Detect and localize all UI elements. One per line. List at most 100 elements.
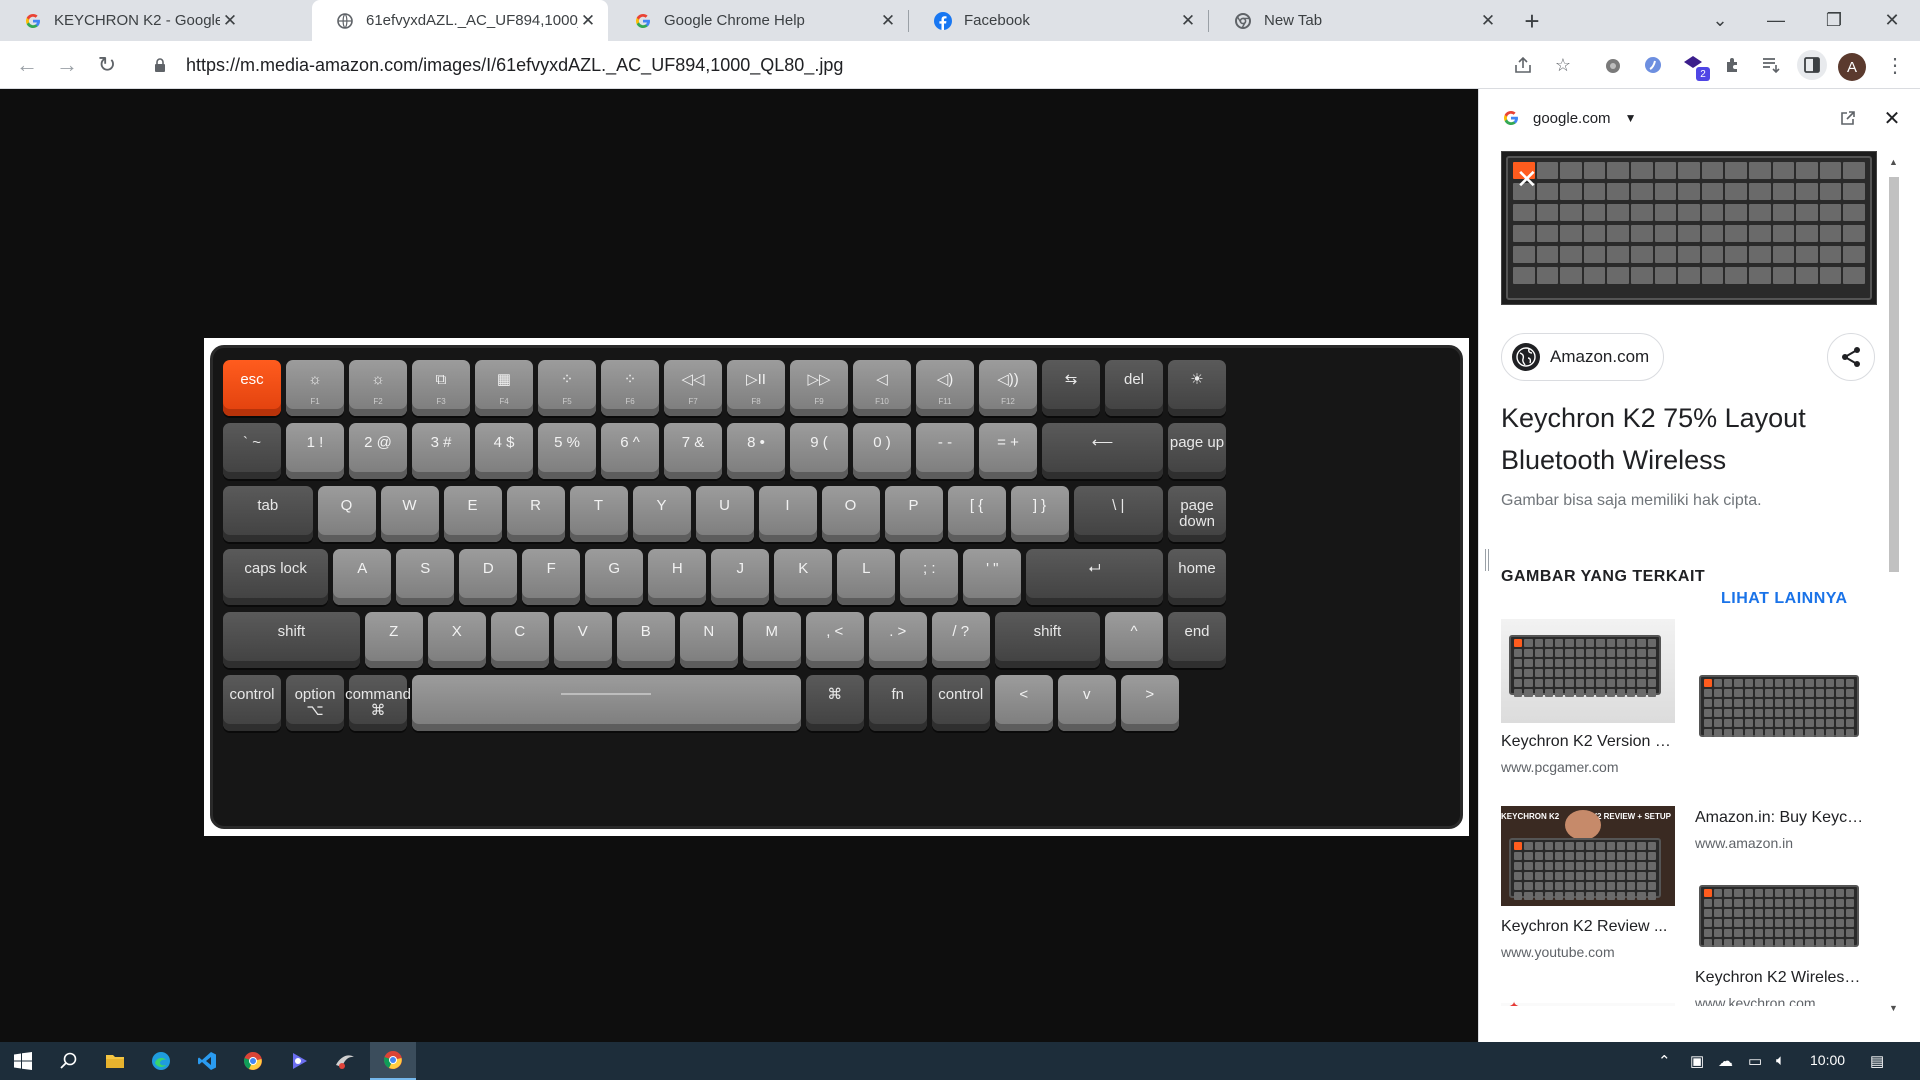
mini-key <box>1596 872 1605 880</box>
notifications-icon[interactable]: ▤ <box>1870 1052 1884 1070</box>
mini-key <box>1596 862 1605 870</box>
mini-key <box>1555 862 1564 870</box>
reload-icon[interactable]: ↻ <box>92 50 122 80</box>
related-image-card[interactable]: KEYCHRON K2 V2 REVIEW + SETUP Keychron K… <box>1501 806 1679 976</box>
battery-icon[interactable]: ▭ <box>1748 1052 1762 1070</box>
mini-key <box>1606 882 1615 890</box>
mini-key <box>1514 669 1523 677</box>
side-panel-scrollbar[interactable]: ▲ ▼ <box>1887 157 1901 1017</box>
mini-key <box>1565 669 1574 677</box>
mini-key <box>1843 225 1865 242</box>
scroll-down-arrow-icon[interactable]: ▼ <box>1889 1003 1898 1013</box>
share-button[interactable] <box>1827 333 1875 381</box>
mini-key <box>1725 246 1747 263</box>
mini-key <box>1616 862 1626 870</box>
onedrive-cloud-icon[interactable]: ☁ <box>1718 1052 1733 1070</box>
close-icon[interactable]: ✕ <box>878 11 898 31</box>
key-label: / ? <box>952 623 970 640</box>
media-player-icon[interactable] <box>276 1042 322 1080</box>
key--: [ { <box>947 486 1006 542</box>
close-icon[interactable]: ✕ <box>1879 105 1905 131</box>
related-image-partial[interactable]: ✦ <box>1501 999 1675 1006</box>
key-label: B <box>640 623 651 640</box>
edge-icon[interactable] <box>138 1042 184 1080</box>
tab-chrome-help[interactable]: Google Chrome Help ✕ <box>610 0 908 41</box>
open-in-new-tab-icon[interactable] <box>1835 105 1861 131</box>
close-icon[interactable]: ✕ <box>220 11 240 31</box>
puzzle-extensions-icon[interactable] <box>1718 50 1748 80</box>
related-image-card[interactable]: Amazon.in: Buy Keychron ... www.amazon.i… <box>1689 619 1873 851</box>
profile-avatar[interactable]: A <box>1838 53 1866 81</box>
mini-key <box>1805 929 1814 937</box>
show-hidden-icons-chevron-icon[interactable]: ⌃ <box>1658 1052 1671 1070</box>
menu-kebab-icon[interactable]: ⋮ <box>1880 50 1910 80</box>
key-b: B <box>616 612 675 668</box>
close-icon[interactable]: ✕ <box>1516 166 1538 192</box>
chrome-icon[interactable] <box>230 1042 276 1080</box>
extension-grease-icon[interactable] <box>1598 50 1628 80</box>
bookmark-star-icon[interactable]: ☆ <box>1548 50 1578 80</box>
key-w: W <box>380 486 439 542</box>
mini-key <box>1744 919 1753 927</box>
scroll-up-arrow-icon[interactable]: ▲ <box>1889 157 1898 167</box>
close-icon[interactable]: ✕ <box>578 11 598 31</box>
mini-key <box>1819 204 1842 221</box>
side-panel-site[interactable]: google.com <box>1533 110 1611 127</box>
source-chip[interactable]: Amazon.com <box>1501 333 1665 381</box>
mini-key <box>1734 919 1743 927</box>
windows-start-icon[interactable] <box>0 1042 46 1080</box>
share-icon[interactable] <box>1508 50 1538 80</box>
key-s: S <box>396 549 455 605</box>
url-text[interactable]: https://m.media-amazon.com/images/I/61ef… <box>186 55 843 76</box>
mini-key <box>1785 919 1794 927</box>
key-label: ⁘ <box>560 371 574 388</box>
extension-blue-icon[interactable] <box>1638 50 1668 80</box>
tab-image[interactable]: 61efvyxdAZL._AC_UF894,1000_QL80_.jpg ✕ <box>312 0 608 41</box>
minimize-icon[interactable]: — <box>1748 0 1804 41</box>
volume-icon[interactable]: 🔈︎ <box>1776 1052 1785 1069</box>
close-icon[interactable]: ✕ <box>1478 11 1498 31</box>
tab-keychron-search[interactable]: KEYCHRON K2 - Google Penelusuran ✕ <box>0 0 250 41</box>
panel-resize-handle[interactable] <box>1485 549 1489 571</box>
side-panel-toggle-icon[interactable] <box>1797 50 1827 80</box>
reading-list-icon[interactable] <box>1756 50 1786 80</box>
forward-arrow-icon[interactable]: → <box>52 50 82 80</box>
spacebar-ridge <box>561 693 652 695</box>
keyboard-image[interactable]: esc ☼ F1 ☼ F2 ⧉ F3 ▦ F4 ⁘ F5 ⁘ F6 ◁◁ F7 ▷II F8 ▷▷ F9 ◁ F10 ◁)… <box>204 338 1469 836</box>
search-icon[interactable] <box>46 1042 92 1080</box>
see-more-link[interactable]: LIHAT LAINNYA <box>1721 590 1848 608</box>
lock-icon[interactable] <box>150 58 170 72</box>
related-image-card[interactable]: Keychron K2 Version 2 ... www.pcgamer.co… <box>1501 619 1679 779</box>
device-icon[interactable]: ▣ <box>1690 1052 1704 1070</box>
clock[interactable]: 10:00 <box>1810 1052 1845 1068</box>
key-f12: ◁)) F12 <box>979 360 1037 416</box>
maximize-icon[interactable]: ❐ <box>1806 0 1862 41</box>
mini-key <box>1845 929 1855 937</box>
tab-facebook[interactable]: Facebook ✕ <box>910 0 1208 41</box>
related-image-title: Keychron K2 Version 2 ... <box>1501 733 1673 750</box>
selected-image-thumbnail[interactable]: ✕ <box>1501 151 1877 305</box>
key-label: home <box>1178 560 1216 577</box>
chrome-active-icon[interactable] <box>370 1042 416 1080</box>
mini-key <box>1514 842 1523 850</box>
scrollbar-thumb[interactable] <box>1889 177 1899 572</box>
snipping-tool-icon[interactable] <box>322 1042 368 1080</box>
close-window-icon[interactable]: ✕ <box>1864 0 1920 41</box>
related-image-card[interactable]: Keychron K2 Wireless ... www.keychron.co… <box>1689 873 1873 1006</box>
mini-key <box>1825 889 1834 897</box>
dropdown-caret-icon[interactable]: ▼ <box>1625 111 1637 125</box>
tab-new-tab[interactable]: New Tab ✕ <box>1210 0 1508 41</box>
key-label: W <box>402 497 417 514</box>
tab-search-chevron-icon[interactable]: ⌄ <box>1692 0 1748 41</box>
back-arrow-icon[interactable]: ← <box>12 50 42 80</box>
mini-key <box>1585 892 1595 900</box>
mini-key <box>1835 929 1844 937</box>
file-explorer-icon[interactable] <box>92 1042 138 1080</box>
key-4-: 4 $ <box>475 423 533 479</box>
new-tab-button[interactable]: + <box>1517 6 1547 36</box>
address-bar[interactable]: https://m.media-amazon.com/images/I/61ef… <box>138 47 1560 83</box>
close-icon[interactable]: ✕ <box>1178 11 1198 31</box>
mini-key <box>1815 689 1824 697</box>
mini-key <box>1785 689 1794 697</box>
vscode-icon[interactable] <box>184 1042 230 1080</box>
